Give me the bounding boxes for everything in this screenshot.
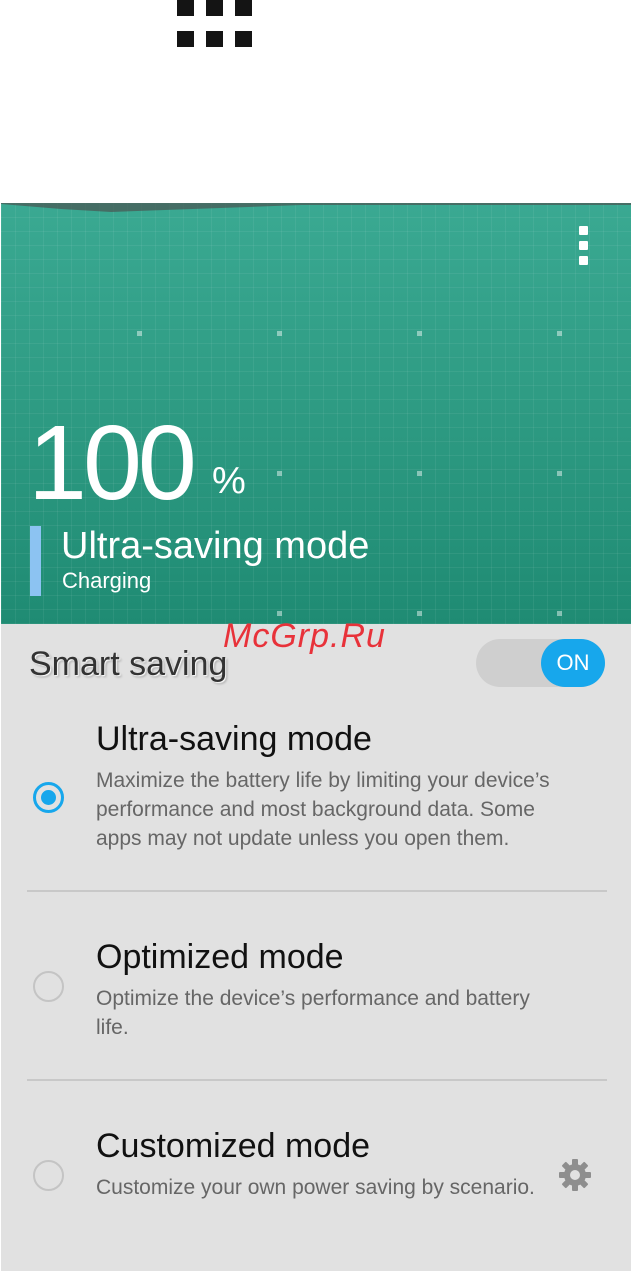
mode-title-optimized: Optimized mode	[96, 938, 344, 976]
mode-title-customized: Customized mode	[96, 1127, 371, 1165]
mode-description-optimized: Optimize the device’s performance and ba…	[96, 987, 530, 1039]
radio-optimized[interactable]	[33, 971, 64, 1002]
charging-status: Charging	[62, 568, 152, 593]
mode-option-customized[interactable]: Customized mode Customize your own power…	[1, 1081, 631, 1271]
current-mode-title: Ultra-saving mode	[61, 525, 370, 567]
mode-option-ultra-saving[interactable]: Ultra-saving mode Maximize the battery l…	[1, 624, 631, 892]
mode-title-ultra-saving: Ultra-saving mode	[96, 720, 372, 758]
header-edge-shadow	[1, 203, 631, 212]
mode-indicator-bar	[30, 526, 41, 596]
radio-customized[interactable]	[33, 1160, 64, 1191]
battery-percent-sign: %	[212, 460, 246, 502]
battery-percent: 100 %	[28, 410, 246, 516]
mode-description-customized: Customize your own power saving by scena…	[96, 1176, 535, 1199]
radio-ultra-saving[interactable]	[33, 782, 64, 813]
app-grid-icon[interactable]	[177, 0, 253, 48]
battery-percent-value: 100	[28, 404, 197, 522]
power-saving-panel: Smart saving McGrp.Ru ON Ultra-saving mo…	[1, 617, 631, 1271]
battery-header: 100 % Ultra-saving mode Charging	[1, 203, 631, 624]
overflow-menu-icon[interactable]	[575, 223, 593, 267]
gear-icon[interactable]	[557, 1157, 593, 1193]
mode-description-ultra-saving: Maximize the battery life by limiting yo…	[96, 769, 550, 850]
mode-option-optimized[interactable]: Optimized mode Optimize the device’s per…	[1, 892, 631, 1080]
